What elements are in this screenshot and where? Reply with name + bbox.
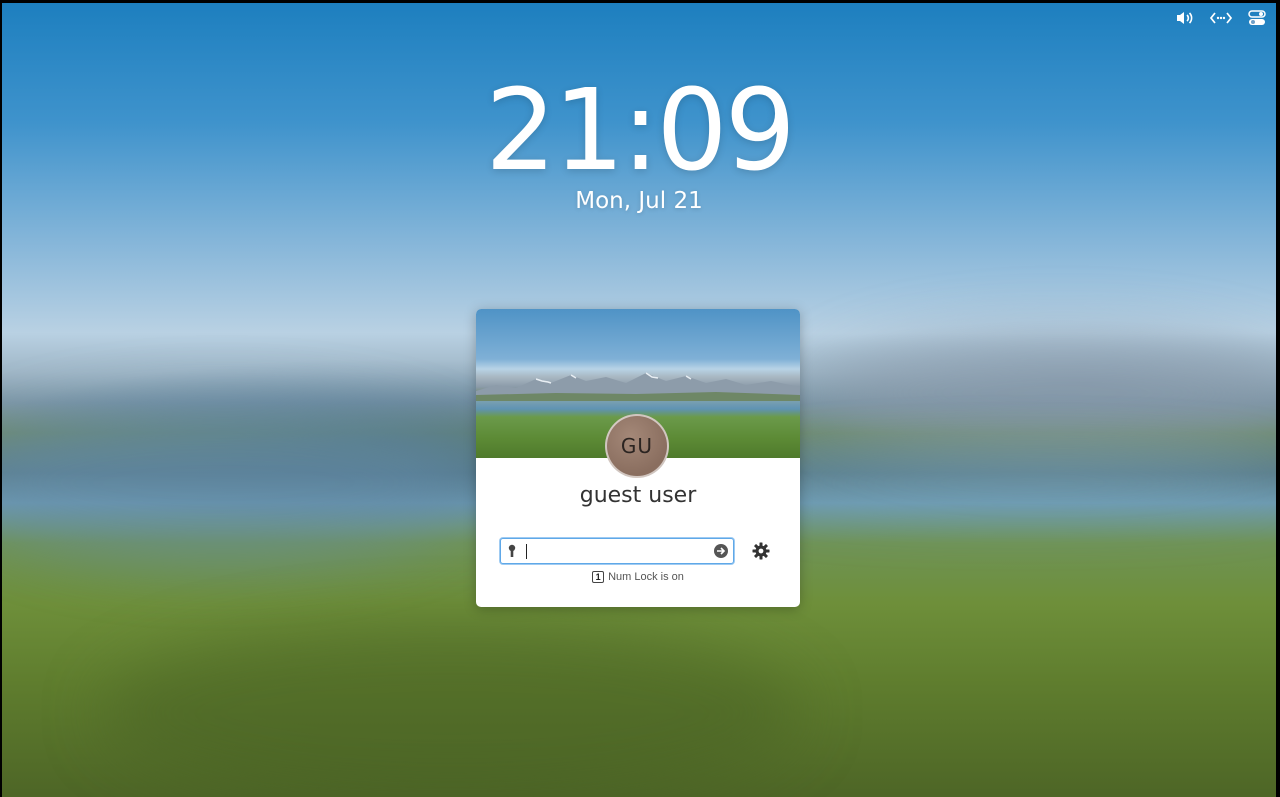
avatar[interactable]: GU — [605, 414, 669, 478]
clock-date: Mon, Jul 21 — [575, 188, 703, 214]
settings-toggle-icon[interactable] — [1246, 9, 1268, 27]
lock-screen: 21:09 Mon, Jul 21 GU guest user 1 Num Lo… — [2, 3, 1276, 797]
volume-icon[interactable] — [1174, 9, 1196, 27]
network-icon[interactable] — [1210, 9, 1232, 27]
password-field[interactable] — [500, 538, 734, 564]
text-caret — [526, 544, 527, 559]
status-bar — [1174, 9, 1268, 27]
clock-time: 21:09 — [485, 66, 796, 196]
mountains-graphic — [476, 372, 800, 401]
numlock-text: Num Lock is on — [608, 571, 684, 583]
login-card: GU guest user 1 Num Lock is on — [476, 309, 800, 607]
background-blur — [2, 403, 482, 563]
username-label: guest user — [579, 483, 697, 508]
key-icon — [508, 544, 516, 557]
submit-arrow-icon[interactable] — [713, 543, 729, 559]
numlock-indicator: 1 Num Lock is on — [476, 571, 800, 583]
numlock-icon: 1 — [592, 571, 605, 583]
background-blur — [822, 333, 1276, 453]
password-input[interactable] — [525, 541, 705, 561]
background-blur — [762, 463, 1276, 503]
gear-icon[interactable] — [752, 542, 770, 560]
background-blur — [102, 623, 802, 797]
